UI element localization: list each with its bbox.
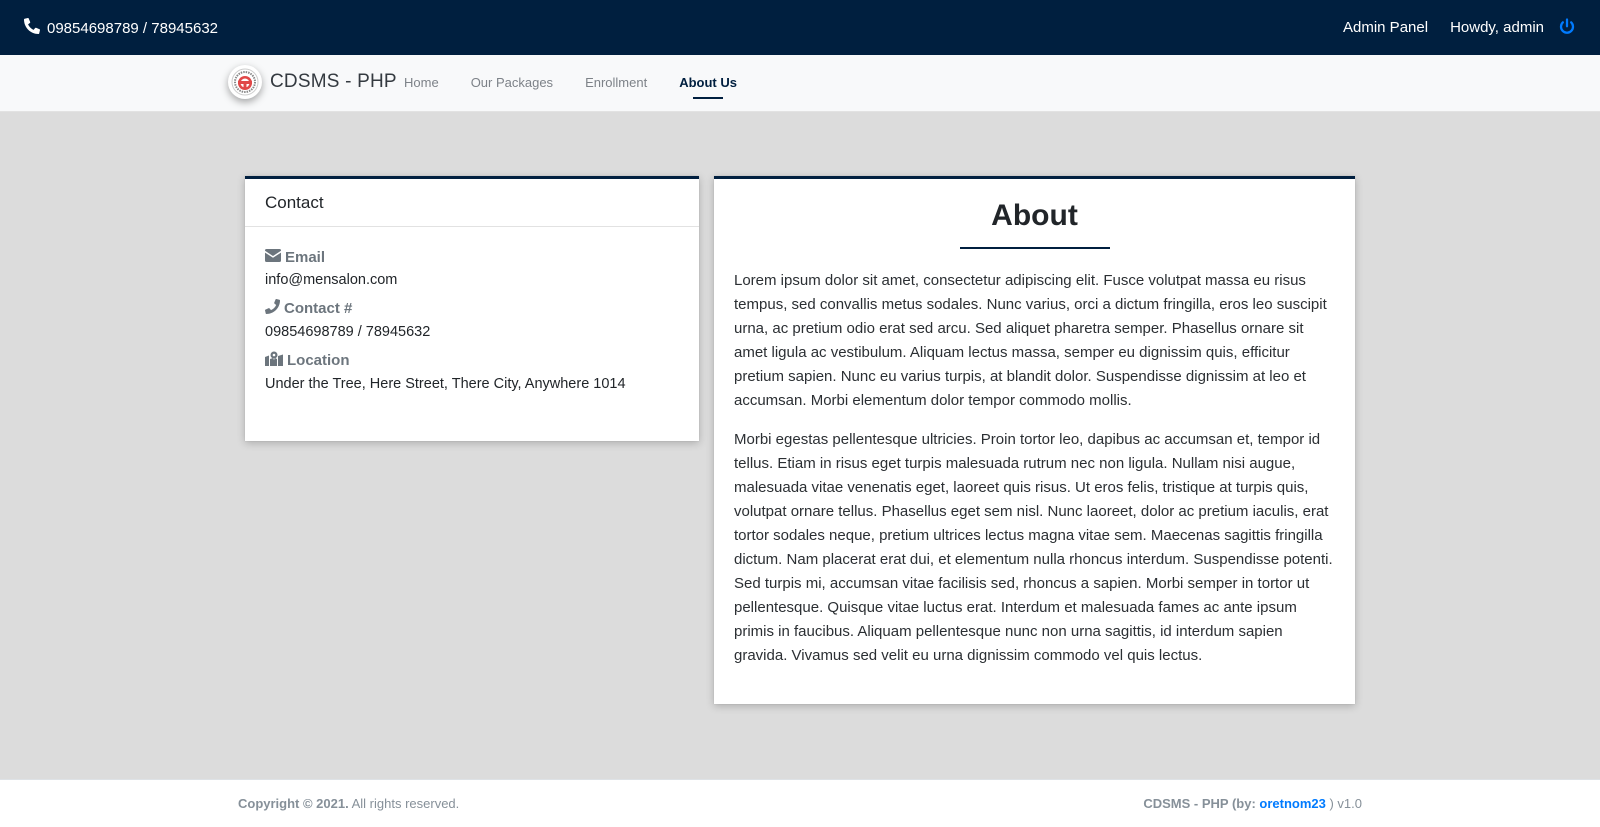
- brand-name: CDSMS - PHP: [270, 71, 397, 92]
- top-bar: 09854698789 / 78945632 Admin Panel Howdy…: [0, 0, 1600, 55]
- envelope-icon: [265, 249, 281, 266]
- about-title: About: [991, 199, 1078, 232]
- phone-icon: [265, 298, 281, 318]
- email-label: Email: [265, 249, 679, 266]
- power-icon[interactable]: [1558, 18, 1576, 36]
- credit-text: CDSMS - PHP (by: oretnom23 ) v1.0: [1143, 796, 1362, 811]
- phone-icon: [23, 17, 40, 38]
- topbar-phone-number: 09854698789 / 78945632: [47, 19, 219, 37]
- location-value: Under the Tree, Here Street, There City,…: [265, 376, 626, 392]
- nav-about-us[interactable]: About Us: [679, 75, 737, 99]
- user-greeting: Howdy, admin: [1450, 18, 1544, 36]
- about-paragraph: Lorem ipsum dolor sit amet, consectetur …: [734, 272, 1327, 409]
- nav-links: Home Our Packages Enrollment About Us: [404, 75, 769, 99]
- map-marked-icon: [265, 351, 283, 370]
- about-paragraph: Morbi egestas pellentesque ultricies. Pr…: [734, 431, 1333, 664]
- about-card: About Lorem ipsum dolor sit amet, consec…: [714, 176, 1355, 704]
- topbar-phone: 09854698789 / 78945632: [23, 17, 219, 38]
- main-navbar: CDSMS - PHP Home Our Packages Enrollment…: [0, 55, 1600, 112]
- email-value: info@mensalon.com: [265, 272, 398, 288]
- author-link[interactable]: oretnom23: [1259, 796, 1325, 811]
- contact-card: Contact Email info@mensalon.com Contact …: [245, 176, 699, 441]
- contact-number-label: Contact #: [265, 298, 679, 318]
- footer: Copyright © 2021. All rights reserved. C…: [0, 779, 1600, 827]
- contact-number-value: 09854698789 / 78945632: [265, 324, 431, 340]
- location-label: Location: [265, 351, 679, 370]
- admin-panel-link[interactable]: Admin Panel: [1343, 19, 1428, 36]
- copyright-text: Copyright © 2021. All rights reserved.: [238, 796, 460, 811]
- nav-home[interactable]: Home: [404, 75, 439, 90]
- contact-card-title: Contact: [245, 179, 699, 227]
- title-divider: [959, 247, 1110, 249]
- steering-wheel-logo: [228, 65, 262, 99]
- nav-enrollment[interactable]: Enrollment: [585, 75, 647, 90]
- brand[interactable]: CDSMS - PHP: [228, 65, 397, 99]
- nav-our-packages[interactable]: Our Packages: [471, 75, 553, 90]
